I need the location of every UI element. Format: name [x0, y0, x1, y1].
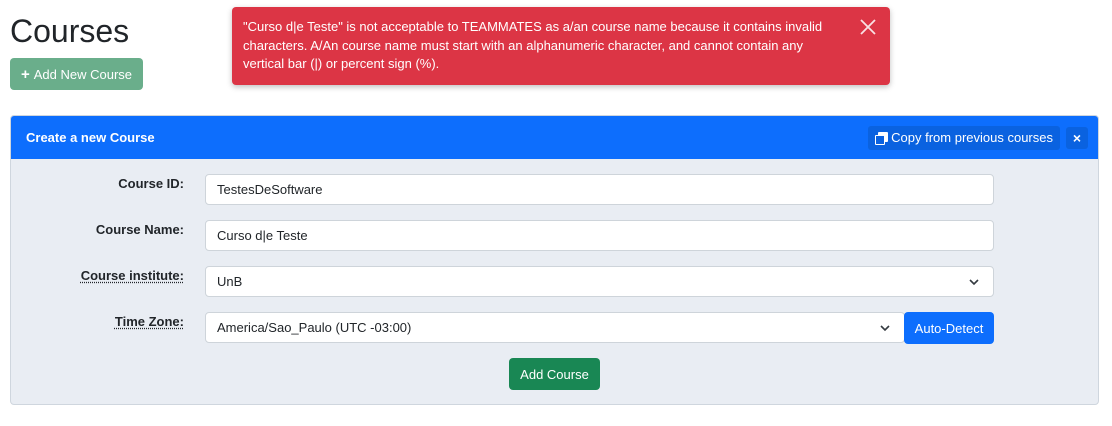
- course-institute-value: UnB: [217, 274, 243, 289]
- time-zone-select[interactable]: America/Sao_Paulo (UTC -03:00): [205, 312, 905, 343]
- course-id-label: Course ID:: [118, 176, 184, 191]
- close-icon: [860, 19, 876, 35]
- page-title: Courses: [10, 13, 130, 49]
- course-institute-select[interactable]: UnB: [205, 266, 994, 297]
- panel-close-button[interactable]: ×: [1066, 126, 1088, 149]
- copy-from-previous-courses-button[interactable]: Copy from previous courses: [868, 125, 1060, 150]
- panel-header-actions: Copy from previous courses ×: [868, 125, 1088, 150]
- panel-header: Create a new Course Copy from previous c…: [11, 116, 1098, 159]
- add-course-submit-button[interactable]: Add Course: [509, 358, 600, 390]
- alert-close-button[interactable]: [858, 17, 878, 37]
- course-name-input[interactable]: Curso d|e Teste: [205, 220, 994, 251]
- add-new-course-button[interactable]: + Add New Course: [10, 58, 143, 90]
- time-zone-value: America/Sao_Paulo (UTC -03:00): [217, 320, 412, 335]
- panel-title: Create a new Course: [26, 130, 155, 145]
- create-course-panel: Create a new Course Copy from previous c…: [10, 115, 1099, 405]
- alert-message: "Curso d|e Teste" is not acceptable to T…: [243, 19, 823, 71]
- course-id-value: TestesDeSoftware: [217, 182, 323, 197]
- course-id-input[interactable]: TestesDeSoftware: [205, 174, 994, 205]
- copy-icon: [875, 131, 889, 145]
- error-alert: "Curso d|e Teste" is not acceptable to T…: [232, 7, 890, 85]
- chevron-down-icon: [969, 278, 979, 285]
- time-zone-label: Time Zone:: [114, 314, 184, 329]
- copy-button-label: Copy from previous courses: [891, 130, 1053, 145]
- plus-icon: +: [20, 65, 30, 83]
- course-institute-label: Course institute:: [80, 268, 184, 283]
- course-name-label: Course Name:: [95, 222, 184, 237]
- add-new-course-label: Add New Course: [33, 66, 133, 82]
- auto-detect-button[interactable]: Auto-Detect: [904, 312, 994, 344]
- course-name-value: Curso d|e Teste: [217, 228, 308, 243]
- chevron-down-icon: [880, 324, 890, 331]
